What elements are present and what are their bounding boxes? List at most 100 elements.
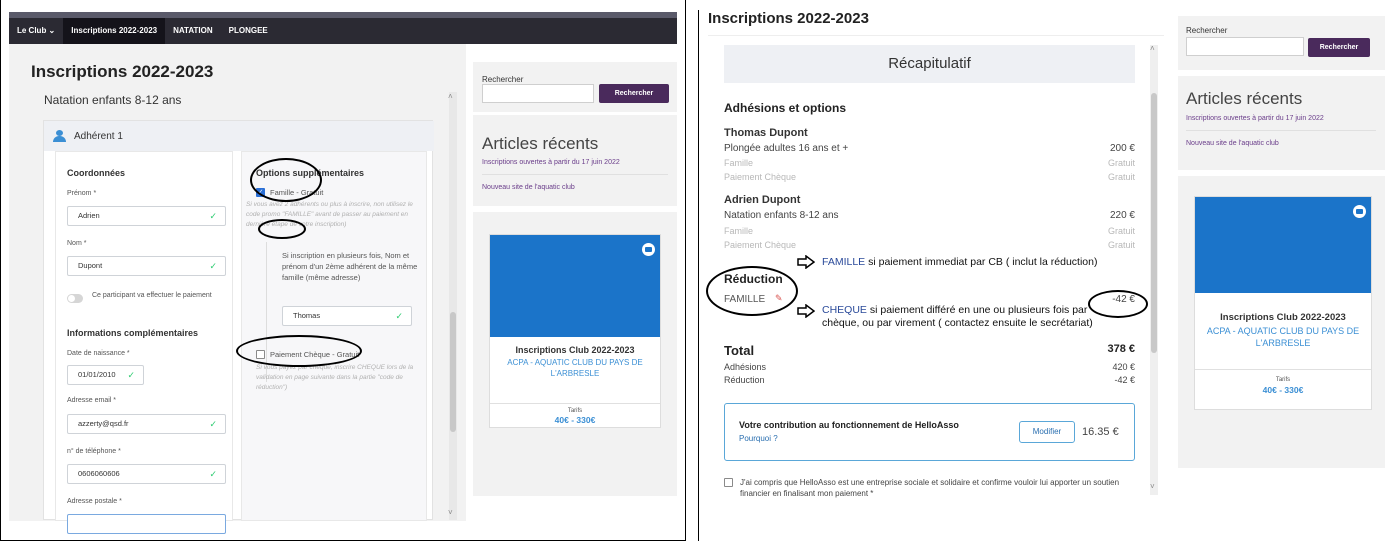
member-activity: Natation enfants 8-12 ans: [724, 210, 839, 221]
annotation-ellipse: [250, 158, 322, 202]
product-card[interactable]: Inscriptions Club 2022-2023 ACPA - AQUAT…: [489, 234, 661, 428]
section-title: Adhésions et options: [724, 101, 847, 115]
adherent-header-label: Adhérent 1: [74, 130, 123, 142]
lastname-label: Nom *: [67, 240, 87, 247]
product-club: ACPA - AQUATIC CLUB DU PAYS DE L'ARBRESL…: [507, 358, 643, 378]
nav-plongee[interactable]: PLONGEE: [221, 18, 276, 44]
divider: [473, 112, 677, 115]
member-option: Famille: [724, 226, 754, 236]
annotation-famille-text: si paiement immediat par CB ( inclut la …: [868, 256, 1098, 268]
annotation-ellipse: [706, 266, 798, 316]
recap-scrollbar[interactable]: [1150, 45, 1158, 495]
product-tarif-label: Tarifs: [1275, 377, 1291, 383]
email-input[interactable]: azzerty@qsd.fr ✓: [67, 414, 226, 434]
member-option-amount: Gratuit: [1107, 158, 1135, 168]
search-input[interactable]: [1186, 37, 1304, 56]
cheque-help: Si vous payez par chèque, inscrire CHEQU…: [256, 364, 414, 391]
recent-article-link[interactable]: Inscriptions ouvertes à partir du 17 jui…: [482, 159, 620, 166]
total-value: 378 €: [1107, 343, 1135, 355]
total-label: Total: [724, 343, 755, 358]
member-activity: Plongée adultes 16 ans et +: [724, 143, 849, 154]
annotation-ellipse: [258, 219, 306, 239]
divider: [1195, 369, 1371, 370]
modify-contribution-button[interactable]: Modifier: [1019, 421, 1075, 443]
payer-toggle-label: Ce participant va effectuer le paiement: [92, 292, 212, 299]
annotation-famille-keyword: FAMILLE: [822, 256, 866, 268]
coordinates-title: Coordonnées: [67, 168, 126, 178]
recap-header: Récapitulatif: [724, 45, 1135, 83]
valid-check-icon: ✓: [395, 311, 403, 321]
divider: [1186, 130, 1376, 131]
member-name: Adrien Dupont: [724, 194, 801, 206]
member-option: Paiement Chèque: [724, 240, 797, 250]
ticket-icon: [642, 243, 655, 256]
scroll-up-icon[interactable]: ˄: [1150, 44, 1155, 53]
search-button[interactable]: Rechercher: [1308, 38, 1370, 57]
scroll-down-icon[interactable]: ˅: [448, 508, 453, 517]
member-activity-amount: 200 €: [1109, 143, 1135, 154]
annotation-cheque-keyword: CHEQUE: [822, 304, 867, 316]
contribution-amount: 16.35 €: [1082, 426, 1119, 438]
nav-inscriptions[interactable]: Inscriptions 2022-2023: [63, 18, 166, 44]
search-label: Rechercher: [482, 75, 524, 84]
lastname-input[interactable]: Dupont ✓: [67, 256, 226, 276]
info-title: Informations complémentaires: [67, 328, 199, 338]
address-input[interactable]: [67, 514, 226, 534]
page-title: Inscriptions 2022-2023: [31, 62, 214, 81]
valid-check-icon: ✓: [127, 370, 135, 380]
contribution-title: Votre contribution au fonctionnement de …: [739, 420, 959, 430]
member-option-amount: Gratuit: [1107, 226, 1135, 236]
recent-article-link[interactable]: Nouveau site de l'aquatic club: [482, 184, 575, 191]
member-option-amount: Gratuit: [1107, 240, 1135, 250]
divider: [490, 403, 660, 404]
top-nav: Le Club ⌄ Inscriptions 2022-2023 NATATIO…: [9, 18, 677, 44]
recent-article-link[interactable]: Inscriptions ouvertes à partir du 17 jui…: [1186, 115, 1324, 122]
product-club: ACPA - AQUATIC CLUB DU PAYS DE L'ARBRESL…: [1206, 326, 1360, 348]
scroll-down-icon[interactable]: ˅: [1150, 482, 1155, 491]
member-name: Thomas Dupont: [724, 127, 808, 139]
phone-input[interactable]: 0606060606 ✓: [67, 464, 226, 484]
reduction-summary-value: -42 €: [1114, 375, 1135, 385]
adhesions-label: Adhésions: [724, 362, 767, 372]
coordinates-section: Coordonnées Prénom * Adrien ✓ Nom * Dupon…: [55, 151, 233, 534]
famille-sub-input[interactable]: Thomas ✓: [282, 306, 412, 326]
recent-articles-title: Articles récents: [482, 134, 599, 153]
search-input[interactable]: [482, 84, 594, 103]
nav-natation[interactable]: NATATION: [165, 18, 221, 44]
search-button[interactable]: Rechercher: [599, 84, 669, 103]
annotation-arrow-icon: [797, 304, 815, 318]
annotation-famille: FAMILLE si paiement immediat par CB ( in…: [822, 256, 1097, 269]
phone-label: n° de téléphone *: [67, 448, 121, 455]
valid-check-icon: ✓: [209, 469, 217, 479]
recent-article-link[interactable]: Nouveau site de l'aquatic club: [1186, 140, 1279, 147]
firstname-label: Prénom *: [67, 190, 97, 197]
nav-le-club[interactable]: Le Club ⌄: [9, 18, 63, 44]
product-price: 40€ - 330€: [1262, 385, 1304, 395]
payer-toggle[interactable]: [67, 294, 83, 303]
firstname-input[interactable]: Adrien ✓: [67, 206, 226, 226]
dob-input[interactable]: 01/01/2010 ✓: [67, 365, 144, 385]
product-image: [490, 235, 660, 337]
form-scrollbar-thumb[interactable]: [450, 312, 456, 432]
adherent-panel: Adhérent 1 Coordonnées Prénom * Adrien ✓ …: [43, 120, 434, 534]
consent-checkbox[interactable]: [724, 478, 733, 487]
member-option-amount: Gratuit: [1107, 172, 1135, 182]
user-icon: [53, 130, 67, 142]
contribution-why-link[interactable]: Pourquoi ?: [739, 434, 778, 443]
member-activity-amount: 220 €: [1109, 210, 1135, 221]
scroll-up-icon[interactable]: ˄: [448, 92, 453, 101]
form-scrollbar[interactable]: [449, 92, 457, 520]
annotation-ellipse: [236, 335, 362, 367]
product-card[interactable]: Inscriptions Club 2022-2023 ACPA - AQUAT…: [1194, 196, 1372, 410]
valid-check-icon: ✓: [209, 261, 217, 271]
recap-scrollbar-thumb[interactable]: [1151, 93, 1157, 353]
annotation-arrow-icon: [797, 255, 815, 269]
divider: [482, 174, 668, 175]
activity-title: Natation enfants 8-12 ans: [44, 93, 182, 107]
email-label: Adresse email *: [67, 397, 117, 404]
product-tarif-label: Tarifs: [567, 408, 583, 414]
search-label: Rechercher: [1186, 26, 1228, 35]
annotation-cheque: CHEQUE si paiement différé en une ou plu…: [822, 304, 1122, 330]
member-option: Paiement Chèque: [724, 172, 797, 182]
address-label: Adresse postale *: [67, 498, 122, 505]
